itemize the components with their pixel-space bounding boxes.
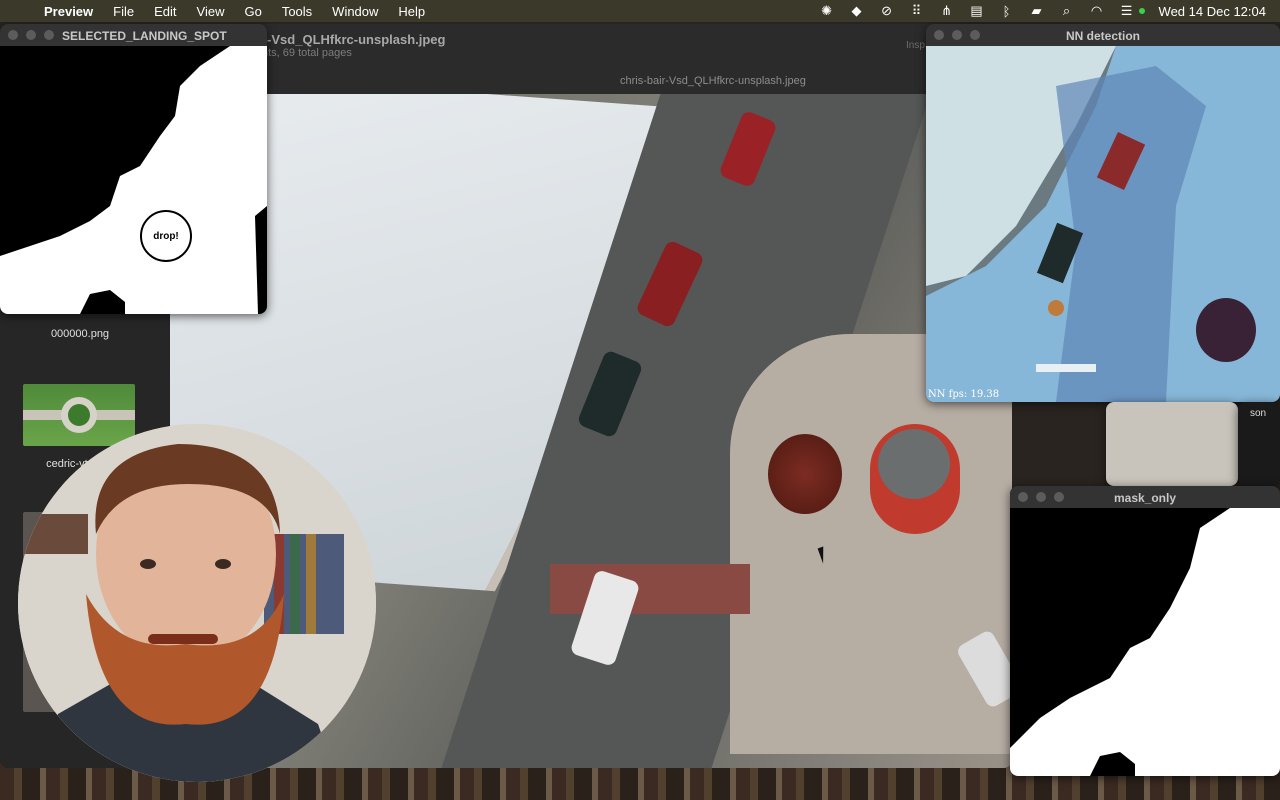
thumbnail-roundabout[interactable]	[23, 384, 135, 446]
preview-document-subtitle: nts, 69 total pages	[262, 47, 352, 59]
background-window	[1106, 402, 1238, 486]
menu-tools[interactable]: Tools	[272, 4, 322, 19]
nn-detection-view: NN fps: 19.38	[926, 46, 1280, 402]
menu-bar: Preview File Edit View Go Tools Window H…	[0, 0, 1280, 22]
sun-icon[interactable]: ✺	[819, 3, 835, 19]
airdrop-icon[interactable]: ⋔	[939, 3, 955, 19]
nn-fps-label: NN fps: 19.38	[928, 389, 1000, 400]
mask-only-title: mask_only	[1113, 491, 1177, 505]
menu-view[interactable]: View	[187, 4, 235, 19]
landing-spot-titlebar[interactable]: SELECTED_LANDING_SPOT	[0, 24, 267, 46]
grid-icon[interactable]: ⠿	[909, 3, 925, 19]
drop-label: drop!	[153, 230, 179, 242]
roundabout-thumbnail-image	[23, 397, 135, 433]
menubar-clock[interactable]: Wed 14 Dec 12:04	[1159, 4, 1266, 19]
tree	[768, 434, 842, 514]
mask-only-titlebar[interactable]: mask_only	[1010, 486, 1280, 508]
close-icon[interactable]	[8, 30, 18, 40]
presenter-video	[18, 424, 376, 782]
wifi-icon[interactable]: ◠	[1089, 3, 1105, 19]
image-title: chris-bair-Vsd_QLHfkrc-unsplash.jpeg	[620, 75, 806, 87]
zoom-icon[interactable]	[44, 30, 54, 40]
landing-spot-window: SELECTED_LANDING_SPOT drop!	[0, 24, 267, 314]
menu-file[interactable]: File	[103, 4, 144, 19]
landing-spot-mask: drop!	[0, 46, 267, 314]
background-window-edge: son	[1238, 402, 1280, 486]
spotlight-search-icon[interactable]: ⌕	[1059, 3, 1075, 19]
menu-window[interactable]: Window	[322, 4, 388, 19]
menu-go[interactable]: Go	[234, 4, 271, 19]
menu-app-name[interactable]: Preview	[40, 4, 103, 19]
recording-indicator	[1138, 8, 1145, 14]
drop-marker: drop!	[140, 210, 192, 262]
landing-spot-mask-image	[0, 46, 267, 314]
inspector-label[interactable]: Insp	[906, 40, 925, 51]
mask-only-view	[1010, 508, 1280, 776]
control-center-icon[interactable]: ☰	[1119, 3, 1135, 19]
do-not-disturb-icon[interactable]: ⊘	[879, 3, 895, 19]
thumbnail-label[interactable]: 000000.png	[10, 328, 150, 340]
display-icon[interactable]: ▤	[969, 3, 985, 19]
bluetooth-icon[interactable]: ᛒ	[999, 4, 1015, 19]
preview-document-title: r-Vsd_QLHfkrc-unsplash.jpeg	[262, 32, 446, 47]
minimize-icon[interactable]	[26, 30, 36, 40]
mask-only-image	[1010, 508, 1280, 776]
mask-only-window: mask_only	[1010, 486, 1280, 776]
tower-roof	[878, 429, 950, 499]
nn-detection-window: NN detection NN fps: 19.38	[926, 24, 1280, 402]
nn-detection-titlebar[interactable]: NN detection	[926, 24, 1280, 46]
nn-detection-image	[926, 46, 1280, 402]
status-area: ✺ ◆ ⊘ ⠿ ⋔ ▤ ᛒ ▰ ⌕ ◠ ☰ Wed 14 Dec 12:04	[819, 3, 1280, 19]
battery-icon[interactable]: ▰	[1029, 3, 1045, 19]
crosswalk	[550, 564, 750, 614]
vpn-icon[interactable]: ◆	[849, 3, 865, 19]
partial-window-label: son	[1250, 408, 1267, 419]
menu-edit[interactable]: Edit	[144, 4, 186, 19]
landing-spot-title: SELECTED_LANDING_SPOT	[62, 29, 227, 43]
webcam-overlay	[18, 424, 376, 782]
nn-detection-title: NN detection	[1065, 29, 1140, 43]
menu-help[interactable]: Help	[388, 4, 435, 19]
